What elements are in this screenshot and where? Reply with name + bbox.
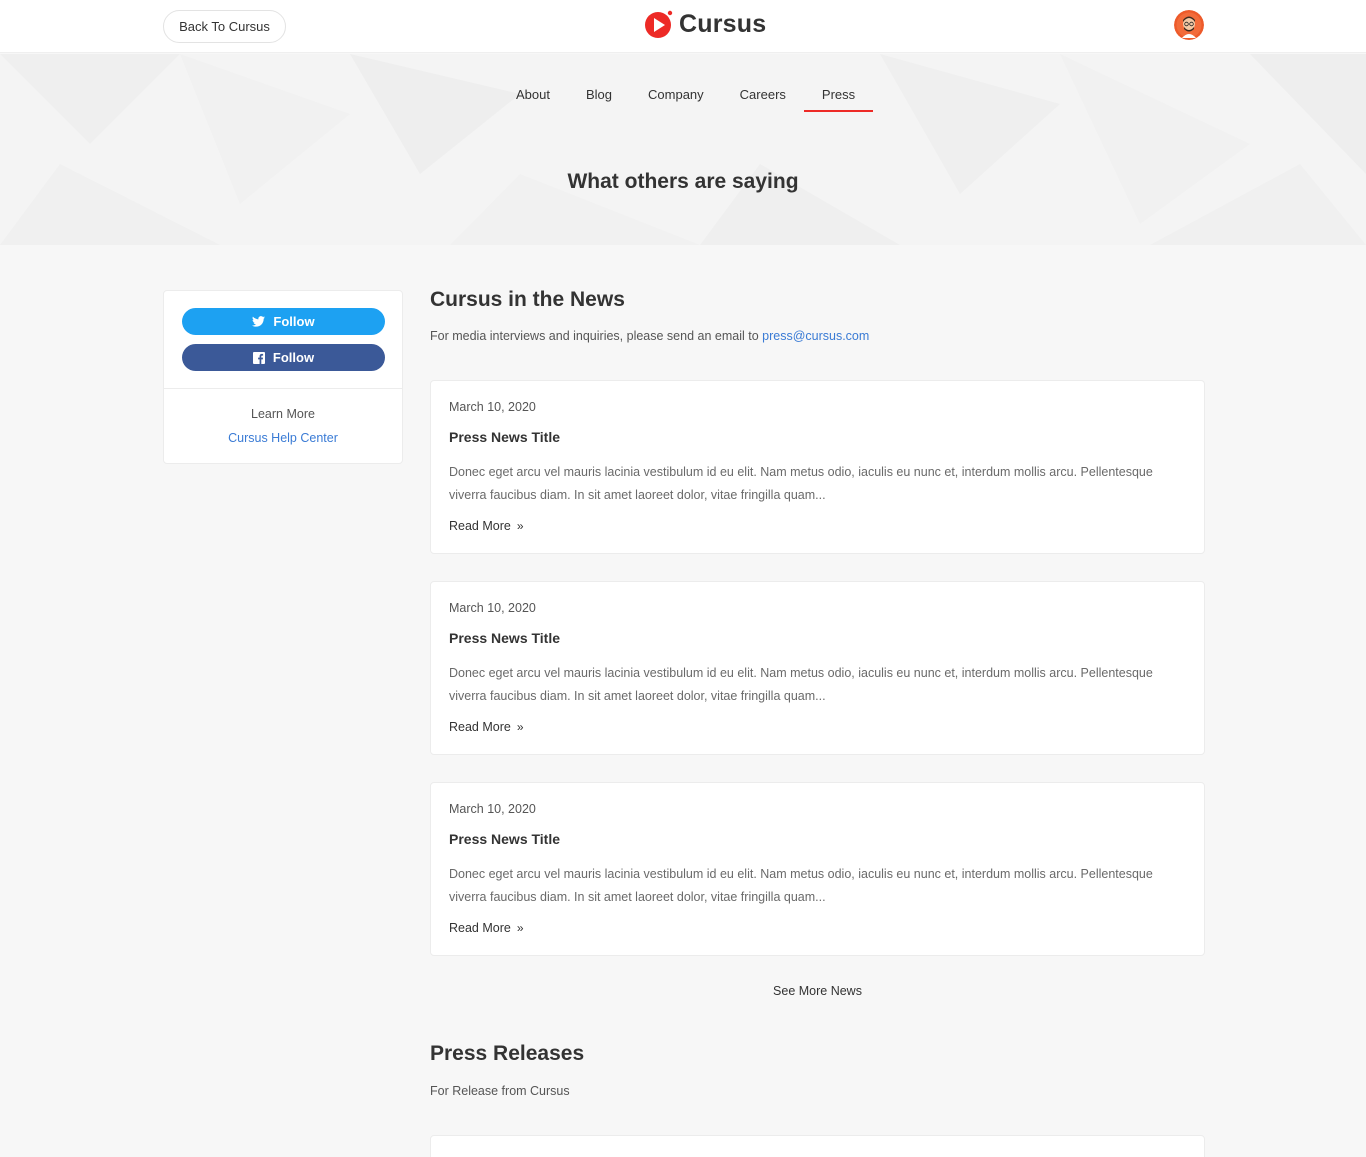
- twitter-follow-label: Follow: [273, 314, 315, 329]
- news-date: March 10, 2020: [449, 601, 536, 615]
- avatar-icon: [1174, 10, 1204, 40]
- tab-blog[interactable]: Blog: [568, 88, 630, 112]
- news-title[interactable]: Press News Title: [449, 630, 560, 646]
- read-more-label: Read More: [449, 921, 511, 935]
- read-more-label: Read More: [449, 720, 511, 734]
- news-card: March 10, 2020 Press News Title Donec eg…: [430, 782, 1205, 956]
- logo-text: Cursus: [679, 9, 767, 38]
- news-section-subtitle: For media interviews and inquiries, plea…: [430, 329, 869, 343]
- twitter-follow-button[interactable]: Follow: [182, 308, 385, 335]
- facebook-follow-button[interactable]: Follow: [182, 344, 385, 371]
- news-excerpt: Donec eget arcu vel mauris lacinia vesti…: [449, 465, 1153, 502]
- user-avatar[interactable]: [1174, 10, 1204, 40]
- read-more-label: Read More: [449, 519, 511, 533]
- news-card: March 10, 2020 Press News Title Donec eg…: [430, 581, 1205, 755]
- news-title[interactable]: Press News Title: [449, 831, 560, 847]
- hero-section: About Blog Company Careers Press What ot…: [0, 54, 1366, 245]
- play-logo-icon: [645, 10, 673, 38]
- facebook-follow-label: Follow: [272, 350, 315, 365]
- tab-about[interactable]: About: [498, 88, 568, 112]
- page-tabs: About Blog Company Careers Press: [498, 88, 874, 112]
- read-more-link[interactable]: Read More »: [449, 720, 524, 734]
- twitter-icon: [252, 316, 266, 327]
- news-excerpt: Donec eget arcu vel mauris lacinia vesti…: [449, 666, 1153, 703]
- facebook-icon: [252, 351, 265, 364]
- social-card: Follow Follow Learn More Cursus Help Cen…: [163, 290, 403, 464]
- news-section-title: Cursus in the News: [430, 288, 625, 311]
- news-card: March 10, 2020 Press News Title Donec eg…: [430, 380, 1205, 554]
- news-date: March 10, 2020: [449, 400, 536, 414]
- news-subtitle-text: For media interviews and inquiries, plea…: [430, 329, 759, 343]
- releases-section-title: Press Releases: [430, 1042, 585, 1065]
- tab-careers[interactable]: Careers: [722, 88, 804, 112]
- learn-more-label: Learn More: [251, 407, 315, 421]
- back-to-cursus-button[interactable]: Back To Cursus: [163, 10, 286, 43]
- see-more-news-link[interactable]: See More News: [430, 984, 1205, 998]
- news-excerpt: Donec eget arcu vel mauris lacinia vesti…: [449, 867, 1153, 904]
- page-title: What others are saying: [567, 170, 799, 193]
- release-card: [430, 1135, 1205, 1157]
- hero-pattern: [0, 54, 1366, 245]
- releases-section-subtitle: For Release from Cursus: [430, 1084, 570, 1098]
- read-more-link[interactable]: Read More »: [449, 519, 524, 533]
- read-more-link[interactable]: Read More »: [449, 921, 524, 935]
- press-email-link[interactable]: press@cursus.com: [762, 329, 869, 343]
- tab-company[interactable]: Company: [630, 88, 722, 112]
- double-chevron-right-icon: »: [516, 921, 524, 935]
- news-date: March 10, 2020: [449, 802, 536, 816]
- top-bar: Back To Cursus Cursus: [0, 0, 1366, 53]
- double-chevron-right-icon: »: [516, 519, 524, 533]
- help-center-link[interactable]: Cursus Help Center: [164, 431, 402, 445]
- double-chevron-right-icon: »: [516, 720, 524, 734]
- news-title[interactable]: Press News Title: [449, 429, 560, 445]
- divider: [164, 388, 402, 389]
- tab-press[interactable]: Press: [803, 88, 874, 112]
- logo[interactable]: Cursus: [643, 8, 766, 40]
